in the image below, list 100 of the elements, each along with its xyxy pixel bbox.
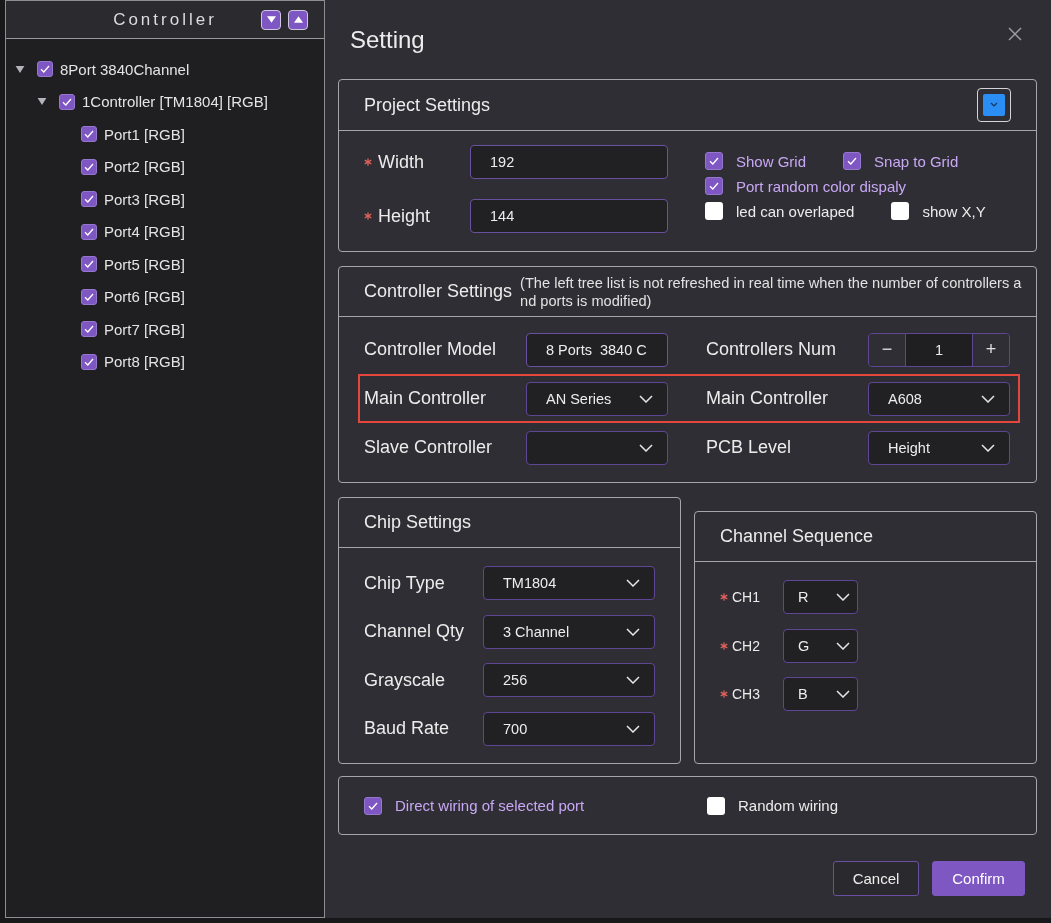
select-field[interactable] (526, 430, 668, 465)
checkbox[interactable] (891, 202, 910, 220)
checkbox-label[interactable]: Direct wiring of selected port (395, 797, 585, 814)
select-field[interactable]: A608 (868, 381, 1010, 416)
field-label: CH2 (732, 637, 760, 654)
checkbox-label[interactable]: led can overlaped (736, 202, 855, 220)
input-field[interactable]: 192 (470, 145, 668, 179)
section-title: Chip Settings (364, 512, 472, 533)
select-field[interactable]: TM1804 (483, 566, 655, 601)
caret-down-icon[interactable] (15, 65, 25, 73)
checkbox-label[interactable]: Random wiring (738, 797, 839, 814)
chevron-down-icon (626, 579, 640, 588)
check-icon (847, 157, 858, 165)
chevron-down-icon (626, 724, 640, 733)
tree-item-label[interactable]: Port8 [RGB] (104, 353, 185, 371)
checkbox[interactable] (81, 321, 97, 338)
section-title: Controller Settings (364, 281, 513, 302)
dialog-title: Setting (350, 25, 425, 54)
input-field[interactable]: 144 (470, 199, 668, 233)
field-label: Chip Type (364, 572, 446, 594)
note-text: (The left tree list is not refreshed in real time when the number of controllers and ports is modified) (520, 273, 1023, 310)
select-field[interactable]: 700 (483, 711, 655, 746)
checkbox[interactable] (81, 191, 97, 208)
input-field[interactable]: 8 Ports 3840 C (526, 332, 668, 367)
chevron-down-icon (626, 676, 640, 685)
checkbox[interactable] (705, 152, 723, 170)
confirm-button[interactable]: Confirm (932, 861, 1025, 896)
select-field[interactable]: 3 Channel (483, 614, 655, 649)
number-field[interactable]: 1 (905, 333, 973, 366)
checkbox[interactable] (81, 353, 97, 370)
field-label: Slave Controller (364, 437, 494, 458)
up-button[interactable] (288, 9, 308, 30)
tree-item-label[interactable]: Port4 [RGB] (104, 223, 185, 241)
check-icon (62, 97, 72, 106)
checkbox[interactable] (364, 796, 382, 815)
field-label: Grayscale (364, 669, 447, 691)
checkbox-label[interactable]: show X,Y (922, 202, 986, 220)
checkbox-label[interactable]: Show Grid (736, 152, 807, 170)
check-icon (40, 65, 50, 74)
checkbox[interactable] (705, 177, 723, 195)
sidebar-title: Controller (113, 9, 217, 30)
chevron-down-icon (836, 641, 850, 650)
chevron-down-icon (981, 443, 995, 452)
field-label: Main Controller (364, 388, 488, 409)
field-label: CH3 (732, 686, 760, 703)
tree-item-label[interactable]: 1Controller [TM1804] [RGB] (82, 93, 268, 111)
select-field[interactable]: R (783, 580, 858, 615)
close-icon (1008, 27, 1022, 41)
field-label: Controller Model (364, 339, 498, 360)
chevron-down-icon (626, 627, 640, 636)
chevron-down-icon (639, 394, 653, 403)
color-picker-button[interactable] (977, 88, 1011, 122)
field-label: CH1 (732, 589, 760, 606)
check-icon (709, 157, 719, 165)
checkbox[interactable] (843, 152, 862, 170)
checkbox[interactable] (707, 796, 725, 815)
checkbox[interactable] (37, 61, 53, 78)
field-label: Main Controller (706, 388, 830, 409)
check-icon (84, 227, 94, 236)
tree-item-label[interactable]: Port3 [RGB] (104, 190, 185, 208)
section-title: Channel Sequence (720, 526, 874, 547)
tree-item-label[interactable]: Port1 [RGB] (104, 125, 185, 143)
cancel-button[interactable]: Cancel (833, 861, 919, 896)
triangle-up-icon (293, 16, 303, 23)
select-field[interactable]: 256 (483, 663, 655, 698)
checkbox[interactable] (705, 202, 723, 220)
select-field[interactable]: AN Series (526, 381, 668, 416)
chevron-down-icon (836, 690, 850, 699)
check-icon (84, 292, 94, 301)
tree-item-label[interactable]: Port5 [RGB] (104, 255, 185, 273)
checkbox[interactable] (81, 126, 97, 143)
field-label: Width (378, 151, 424, 173)
check-icon (84, 195, 94, 204)
check-icon (84, 162, 94, 171)
field-label: Controllers Num (706, 339, 838, 360)
chevron-down-icon (639, 443, 653, 452)
checkbox[interactable] (59, 93, 75, 110)
caret-down-icon[interactable] (37, 98, 47, 106)
chevron-down-icon (981, 394, 995, 403)
select-field[interactable]: G (783, 628, 858, 663)
field-label: PCB Level (706, 437, 793, 458)
down-button[interactable] (261, 9, 281, 30)
field-label: Height (378, 205, 431, 227)
select-field[interactable]: Height (868, 430, 1010, 465)
checkbox[interactable] (81, 288, 97, 305)
tree-item-label[interactable]: Port7 [RGB] (104, 320, 185, 338)
checkbox[interactable] (81, 256, 97, 273)
check-icon (84, 130, 94, 139)
close-button[interactable] (1008, 27, 1022, 41)
checkbox[interactable] (81, 158, 97, 175)
tree-item-label[interactable]: Port2 [RGB] (104, 158, 185, 176)
checkbox[interactable] (81, 223, 97, 240)
tree-item-label[interactable]: Port6 [RGB] (104, 288, 185, 306)
section-title: Project Settings (364, 94, 491, 116)
field-label: Channel Qty (364, 621, 466, 643)
checkbox-label[interactable]: Port random color dispaly (736, 177, 907, 195)
checkbox-label[interactable]: Snap to Grid (874, 152, 959, 170)
tree-item-label[interactable]: 8Port 3840Channel (60, 60, 190, 78)
select-field[interactable]: B (783, 677, 858, 712)
field-label: Baud Rate (364, 718, 451, 740)
